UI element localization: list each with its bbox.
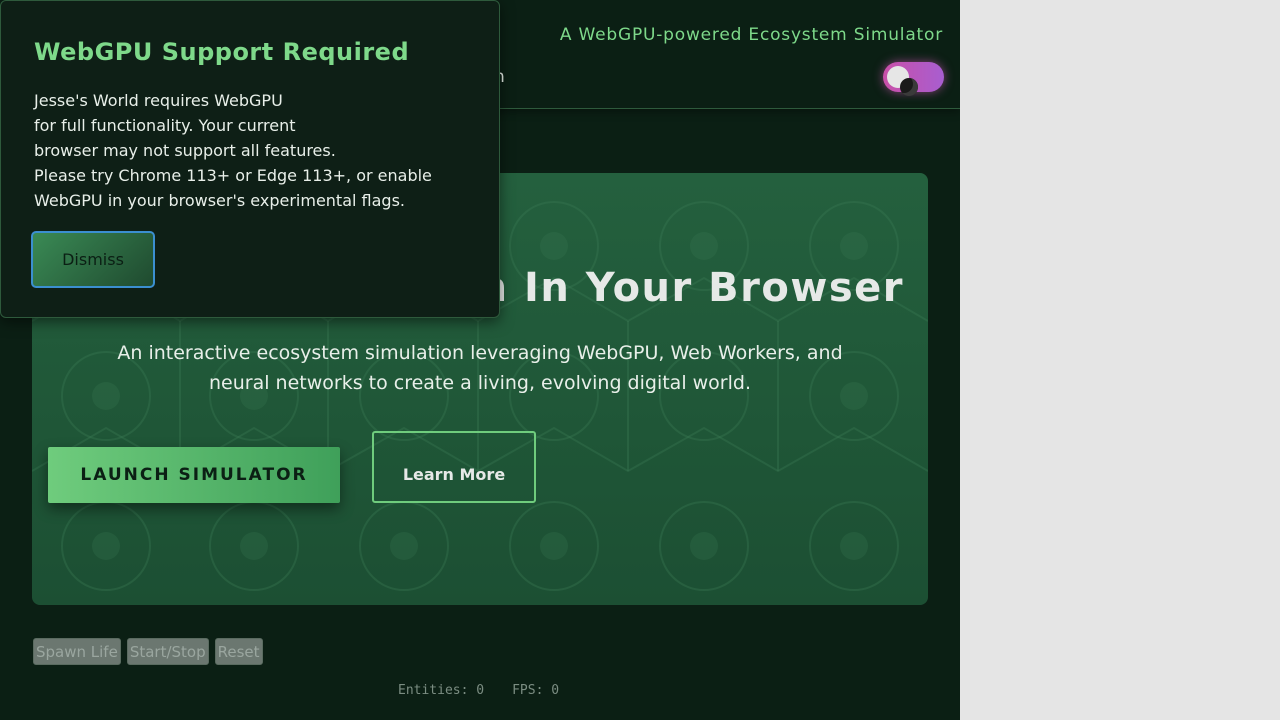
entities-count: Entities: 0 (398, 683, 485, 698)
reset-button[interactable]: Reset (214, 638, 263, 665)
spawn-life-button[interactable]: Spawn Life (33, 638, 121, 665)
stats-bar: Entities: 0 FPS: 0 (398, 683, 587, 698)
modal-body-line: Jesse's World requires WebGPU (34, 91, 283, 110)
fps-count: FPS: 0 (512, 683, 560, 698)
modal-body-line: WebGPU in your browser's experimental fl… (34, 191, 405, 210)
theme-toggle[interactable] (883, 62, 944, 96)
modal-title: WebGPU Support Required (34, 38, 410, 66)
app-window: A WebGPU-powered Ecosystem Simulator n (0, 0, 960, 720)
learn-more-button[interactable]: Learn More (372, 431, 536, 503)
hero-title: on In Your Browser (449, 265, 904, 311)
tagline: A WebGPU-powered Ecosystem Simulator (559, 25, 943, 45)
modal-body-line: browser may not support all features. (34, 141, 336, 160)
launch-simulator-button[interactable]: LAUNCH SIMULATOR (48, 447, 340, 503)
simulation-controls: Spawn Life Start/Stop Reset (33, 638, 263, 665)
modal-body-line: Please try Chrome 113+ or Edge 113+, or … (34, 166, 432, 185)
modal-body: Jesse's World requires WebGPU for full f… (34, 88, 432, 213)
start-stop-button[interactable]: Start/Stop (126, 638, 209, 665)
hero-subtitle: An interactive ecosystem simulation leve… (117, 342, 843, 394)
modal-body-line: for full functionality. Your current (34, 116, 296, 135)
dismiss-button[interactable]: Dismiss (31, 231, 155, 288)
moon-icon (900, 78, 918, 96)
webgpu-warning-modal: WebGPU Support Required Jesse's World re… (0, 0, 500, 318)
